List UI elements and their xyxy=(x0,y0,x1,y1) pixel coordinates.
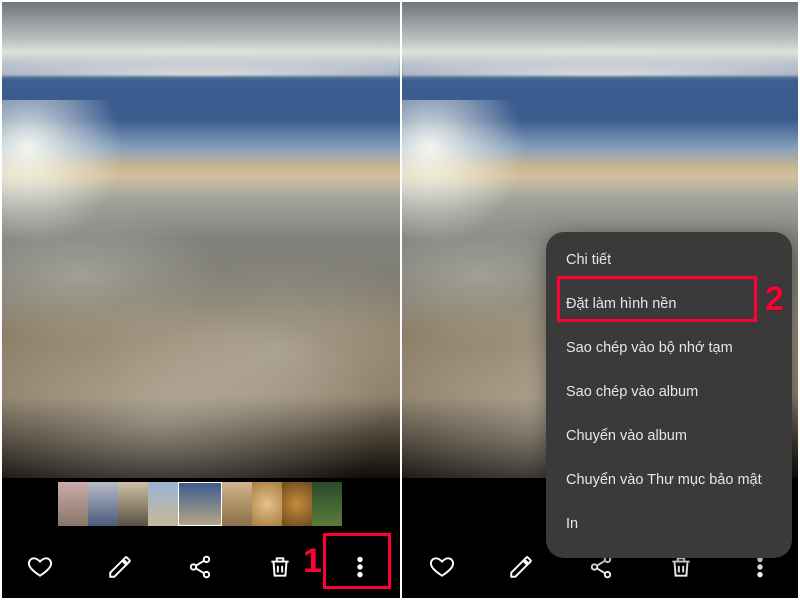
menu-item-details[interactable]: Chi tiết xyxy=(546,238,792,282)
pencil-icon xyxy=(508,554,534,580)
share-icon xyxy=(187,554,213,580)
trash-icon xyxy=(267,554,293,580)
pencil-icon xyxy=(107,554,133,580)
edit-button[interactable] xyxy=(499,545,543,589)
thumbnail[interactable] xyxy=(282,482,312,526)
photo-view[interactable] xyxy=(0,0,400,478)
context-menu: Chi tiết Đặt làm hình nền Sao chép vào b… xyxy=(546,232,792,558)
tutorial-step-2: 2 xyxy=(765,280,784,319)
edit-button[interactable] xyxy=(98,545,142,589)
thumbnail[interactable] xyxy=(58,482,88,526)
share-button[interactable] xyxy=(178,545,222,589)
left-pane: 1 xyxy=(0,0,400,600)
thumbnail[interactable] xyxy=(148,482,178,526)
thumbnail[interactable] xyxy=(88,482,118,526)
menu-item-move-album[interactable]: Chuyển vào album xyxy=(546,414,792,458)
bottom-toolbar xyxy=(0,534,400,600)
favorite-button[interactable] xyxy=(420,545,464,589)
heart-icon xyxy=(429,554,455,580)
menu-item-copy-album[interactable]: Sao chép vào album xyxy=(546,370,792,414)
menu-item-print[interactable]: In xyxy=(546,502,792,546)
delete-button[interactable] xyxy=(258,545,302,589)
thumbnail[interactable] xyxy=(222,482,252,526)
thumbnail-selected[interactable] xyxy=(178,482,222,526)
thumbnail[interactable] xyxy=(118,482,148,526)
more-vert-icon xyxy=(347,554,373,580)
right-pane: Chi tiết Đặt làm hình nền Sao chép vào b… xyxy=(400,0,800,600)
menu-item-copy-clipboard[interactable]: Sao chép vào bộ nhớ tạm xyxy=(546,326,792,370)
menu-item-set-wallpaper[interactable]: Đặt làm hình nền xyxy=(546,282,792,326)
favorite-button[interactable] xyxy=(18,545,62,589)
thumbnail[interactable] xyxy=(312,482,342,526)
thumbnail[interactable] xyxy=(252,482,282,526)
tutorial-step-1: 1 xyxy=(303,542,322,581)
menu-item-move-secure[interactable]: Chuyển vào Thư mục bảo mật xyxy=(546,458,792,502)
screenshot-comparison: 1 Chi tiết xyxy=(0,0,800,600)
heart-icon xyxy=(27,554,53,580)
thumbnail-strip[interactable] xyxy=(0,482,400,526)
more-button[interactable] xyxy=(338,545,382,589)
